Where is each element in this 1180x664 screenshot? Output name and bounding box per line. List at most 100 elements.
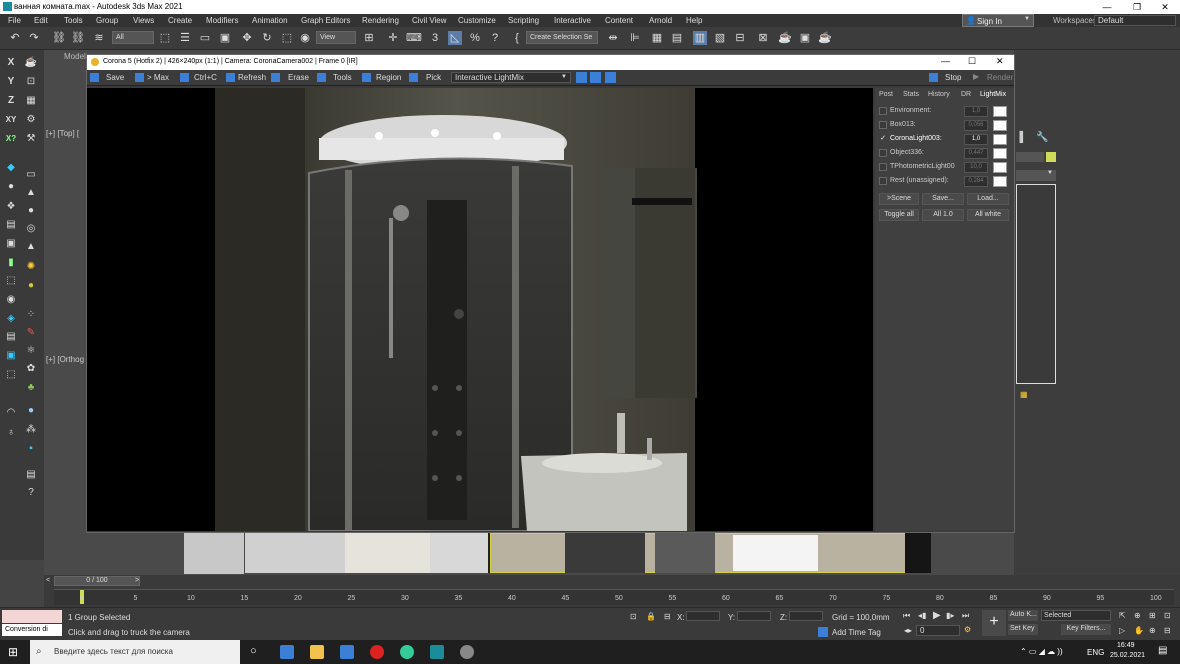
modifier-list-dropdown[interactable]: ▼ [1016, 170, 1056, 181]
pin-stack-icon[interactable]: ▦ [1020, 390, 1030, 400]
utilities-icon[interactable]: ▣ [4, 349, 18, 363]
scene-explorer-icon[interactable]: ▦ [650, 31, 664, 45]
vfb-tools-button[interactable]: Tools [333, 73, 352, 82]
key-mode-icon[interactable]: ◂▸ [904, 626, 912, 635]
menu-scripting[interactable]: Scripting [508, 16, 539, 25]
tab-stats[interactable]: Stats [903, 91, 919, 98]
helpers-icon[interactable]: ▣ [4, 237, 18, 251]
select-object-icon[interactable]: ⬚ [158, 31, 172, 45]
snapshot-icon[interactable]: ▦ [24, 94, 38, 108]
lightmix-mode-dropdown[interactable]: Interactive LightMix ▼ [451, 72, 571, 83]
modifier-stack[interactable] [1016, 184, 1056, 384]
all-white-button[interactable]: All white [967, 209, 1009, 221]
sun-icon[interactable]: ✺ [24, 260, 38, 274]
vfb-ctrlc-button[interactable]: Ctrl+C [194, 73, 217, 82]
bulb-icon[interactable]: ♁ [4, 426, 18, 440]
menu-file[interactable]: File [8, 16, 21, 25]
cameras-icon[interactable]: ▤ [4, 218, 18, 232]
prev-frame-icon[interactable]: < [46, 577, 50, 584]
close-icon[interactable]: ✕ [1150, 0, 1180, 14]
xz-plane-icon[interactable]: X? [4, 132, 18, 146]
layer-explorer-icon[interactable]: ▤ [670, 31, 684, 45]
eye-icon[interactable]: ◠ [4, 406, 18, 420]
z-axis-icon[interactable]: Z [4, 94, 18, 108]
save-icon[interactable] [90, 73, 99, 82]
angle-snap-icon[interactable]: ◺ [448, 31, 462, 45]
wrench-icon[interactable]: 🔧 [1036, 132, 1050, 144]
taskbar-search[interactable]: ⌕ Введите здесь текст для поиска [30, 640, 240, 664]
view-icon[interactable]: ⬚ [4, 368, 18, 382]
pan-icon[interactable]: ✋ [1134, 626, 1144, 635]
vfb-max-button[interactable]: > Max [147, 73, 169, 82]
sphere-icon[interactable]: ● [24, 204, 38, 218]
zoom-icon[interactable]: ⊕ [1134, 611, 1141, 620]
lock-icon[interactable]: 🔒 [646, 612, 656, 621]
menu-views[interactable]: Views [133, 16, 154, 25]
keyboard-shortcut-icon[interactable]: ⌨ [406, 31, 422, 45]
vfb-pick-button[interactable]: Pick [426, 73, 441, 82]
lightmix-intensity-spinner[interactable]: 0,284 [964, 176, 988, 187]
time-slider[interactable]: 0 / 100 [54, 576, 140, 586]
menu-rendering[interactable]: Rendering [362, 16, 399, 25]
absolute-mode-icon[interactable]: ⊟ [664, 612, 671, 621]
menu-interactive[interactable]: Interactive [554, 16, 591, 25]
lightmix-color-swatch[interactable] [993, 148, 1007, 159]
zoom-fit-icon[interactable] [605, 72, 616, 83]
vfb-close-icon[interactable]: ✕ [996, 56, 1004, 67]
vfb-erase-button[interactable]: Erase [288, 73, 309, 82]
orbit-icon[interactable]: ⊕ [1149, 626, 1156, 635]
language-indicator[interactable]: ENG [1087, 648, 1104, 657]
render-setup-icon[interactable]: ☕ [778, 31, 792, 45]
menu-arnold[interactable]: Arnold [649, 16, 672, 25]
align-icon[interactable]: ⊫ [628, 31, 642, 45]
menu-tools[interactable]: Tools [64, 16, 83, 25]
xy-plane-icon[interactable]: XY [4, 113, 18, 127]
reference-coord-dropdown[interactable]: View [316, 31, 356, 44]
region-icon[interactable] [362, 73, 371, 82]
rotate-icon[interactable]: ↻ [260, 31, 274, 45]
to-scene-button[interactable]: >Scene [879, 193, 919, 205]
lightmix-load-button[interactable]: Load... [967, 193, 1009, 205]
render-production-icon[interactable]: ☕ [818, 31, 832, 45]
window-crossing-icon[interactable]: ▣ [218, 31, 232, 45]
ortho-viewport-label[interactable]: [+] [Orthog [46, 355, 84, 364]
toggle-all-button[interactable]: Toggle all [879, 209, 919, 221]
zoom-out-icon[interactable] [590, 72, 601, 83]
edge-icon[interactable] [280, 645, 294, 659]
mirror-icon[interactable]: ⇹ [606, 31, 620, 45]
select-manipulate-icon[interactable]: ✛ [386, 31, 400, 45]
rendered-frame-icon[interactable]: ▣ [798, 31, 812, 45]
box-icon[interactable]: ▭ [24, 168, 38, 182]
menu-graph-editors[interactable]: Graph Editors [301, 16, 350, 25]
prev-key-icon[interactable]: ◂▮ [918, 611, 926, 620]
play-animation-icon[interactable]: ▶ [933, 610, 941, 621]
go-to-end-icon[interactable]: ⏭ [962, 611, 969, 621]
material-editor-icon[interactable]: ⊠ [756, 31, 770, 45]
plant-icon[interactable]: ♣ [24, 381, 38, 395]
file-explorer-icon[interactable] [310, 645, 324, 659]
camera-viewport-strip[interactable] [245, 533, 931, 573]
particle-icon[interactable]: ⁘ [24, 308, 38, 322]
x-coord-field[interactable] [686, 611, 720, 621]
lightmix-intensity-spinner[interactable]: 0,056 [964, 120, 988, 131]
teapot-icon[interactable]: ☕ [24, 56, 38, 70]
tab-lightmix[interactable]: LightMix [980, 91, 1006, 98]
shapes-icon[interactable]: ● [4, 180, 18, 194]
workspaces-dropdown[interactable]: Default [1094, 15, 1176, 26]
tools-icon[interactable] [317, 73, 326, 82]
menu-content[interactable]: Content [605, 16, 633, 25]
next-key-icon[interactable]: ▮▸ [946, 611, 954, 620]
help-icon[interactable]: ? [24, 486, 38, 500]
menu-modifiers[interactable]: Modifiers [206, 16, 238, 25]
restore-icon[interactable]: ❐ [1122, 0, 1152, 14]
minimize-icon[interactable]: — [1092, 0, 1122, 14]
menu-group[interactable]: Group [96, 16, 118, 25]
copy-icon[interactable] [180, 73, 189, 82]
modify-icon[interactable]: ◈ [4, 312, 18, 326]
task-view-icon[interactable]: ○ [250, 645, 257, 657]
lightmix-checkbox-checked[interactable]: ✓ [879, 135, 887, 143]
torus-icon[interactable]: ◎ [24, 222, 38, 236]
set-key-button[interactable]: Set Key [1008, 624, 1038, 635]
move-icon[interactable]: ✥ [240, 31, 254, 45]
link-icon[interactable]: ⛓ [52, 31, 66, 45]
